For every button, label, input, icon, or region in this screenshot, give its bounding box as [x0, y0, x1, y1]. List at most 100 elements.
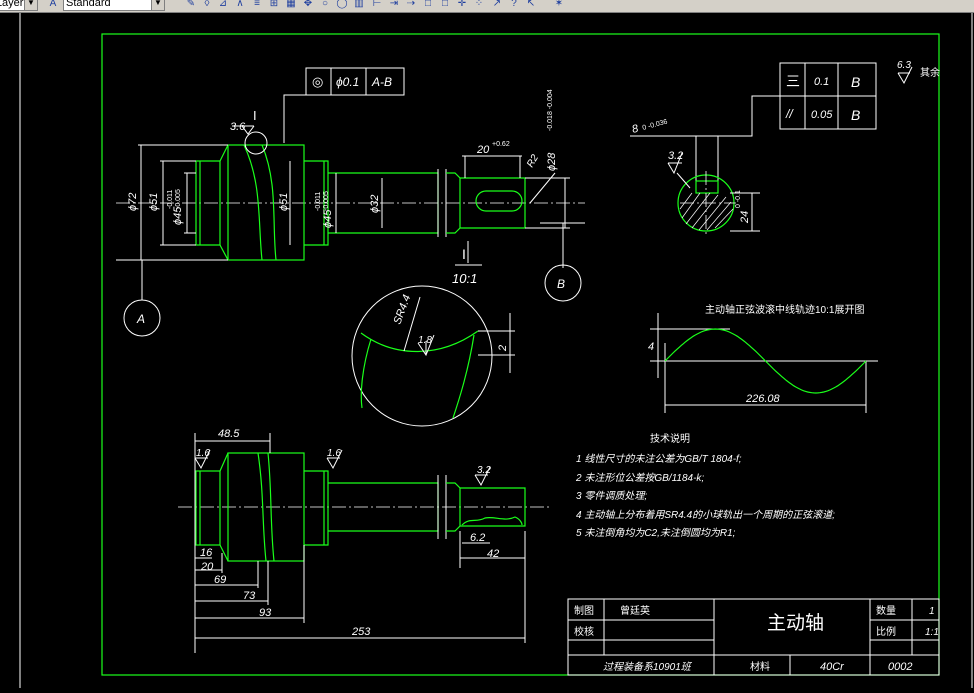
- dim-20: 20: [476, 144, 490, 156]
- dim-69: 69: [214, 574, 226, 586]
- material-value: 40Cr: [820, 661, 845, 673]
- drawing-frame: [101, 33, 940, 676]
- chevron-down-icon[interactable]: ▼: [24, 0, 37, 10]
- qty-value: 1: [929, 606, 935, 617]
- text-style-combo[interactable]: Standard ▼: [63, 0, 165, 11]
- question-icon[interactable]: ?: [507, 0, 521, 11]
- eraser-icon[interactable]: ◊: [200, 0, 214, 11]
- tolerance-frame: ◎ ϕ0.1 A-B: [305, 67, 405, 96]
- tolerance-value: ϕ0.1: [336, 75, 359, 89]
- class-name: 过程装备系10901班: [603, 661, 693, 673]
- roughness-right: 3.2: [477, 465, 491, 476]
- dim-d28: ϕ28: [546, 152, 558, 171]
- rotate-icon[interactable]: ○: [318, 0, 332, 11]
- dim-42: 42: [487, 548, 499, 560]
- pointer-icon[interactable]: ↖: [524, 0, 538, 11]
- detail-scale: 10:1: [452, 271, 477, 286]
- grid-icon[interactable]: ▦: [284, 0, 298, 11]
- dim-6-2: 6.2: [470, 532, 485, 544]
- section-view: 三 0.1 B // 0.05 B 8 0 -0.036 3.2 24 0 -0…: [630, 62, 877, 235]
- sec-tol-value-2: 0.05: [811, 109, 833, 121]
- check-label: 校核: [574, 625, 594, 638]
- detail-depth: 2: [497, 345, 509, 352]
- fire-icon[interactable]: ✶: [552, 0, 566, 11]
- section-roughness: 3.2: [668, 150, 683, 162]
- circle-icon[interactable]: ◯: [335, 0, 349, 11]
- trim-icon[interactable]: ⇢: [404, 0, 418, 11]
- cam-length: 226.08: [745, 393, 781, 405]
- dim-d72: ϕ72: [127, 193, 139, 211]
- tech-notes: 技术说明 1 线性尺寸的未注公差为GB/T 1804-f; 2 未注形位公差按G…: [575, 432, 835, 539]
- dim-24-tol: 0 -0.1: [735, 190, 742, 208]
- layer-combo[interactable]: ByLayer ▼: [0, 0, 38, 11]
- layer-combo-value: ByLayer: [0, 0, 24, 9]
- detail-marker-text: I: [253, 108, 257, 123]
- dim-d45-right-tol-up: -0.011: [315, 192, 322, 211]
- dim-16: 16: [200, 547, 213, 559]
- dim-48-5: 48.5: [218, 428, 240, 440]
- measure-icon[interactable]: ⊿: [216, 0, 230, 11]
- drawing-no: 0002: [888, 661, 912, 673]
- detail-radius: SR4.4: [392, 293, 414, 326]
- dim-d28-tol: -0.018 -0.004: [547, 89, 554, 131]
- sec-tol-symbol-1: 三: [786, 73, 800, 89]
- detail-view: I 10:1 SR4.4 1.8 2: [351, 241, 515, 427]
- dimension-icon[interactable]: ⊢: [370, 0, 384, 11]
- dim-d32: ϕ32: [369, 195, 381, 213]
- dim-d45-left-tol-low: -0.005: [175, 189, 182, 209]
- rect-icon[interactable]: □: [438, 0, 452, 11]
- draw-icon[interactable]: ✎: [184, 0, 198, 11]
- cam-height: 4: [648, 341, 654, 353]
- roughness-left: 1.6: [196, 448, 210, 459]
- chevron-down-icon[interactable]: ▼: [151, 0, 164, 10]
- rect-icon[interactable]: □: [421, 0, 435, 11]
- roughness-top-text: 3.6: [230, 121, 246, 133]
- general-roughness: 6.3 其余: [897, 60, 940, 85]
- tech-note-2: 2 未注形位公差按GB/1184-k;: [575, 472, 704, 484]
- qty-label: 数量: [876, 604, 896, 617]
- cam-curve-view: 主动轴正弦波滚中线轨迹10:1展开图 4 226.08: [648, 303, 878, 413]
- drawing-canvas[interactable]: 3.6 I ϕ72 ϕ51 ϕ45 -0.011 -0.005 ϕ51 ϕ45 …: [0, 10, 974, 690]
- text-style-icon[interactable]: A: [46, 0, 60, 11]
- text-icon[interactable]: ≡: [250, 0, 264, 11]
- roughness-note: 其余: [920, 66, 940, 79]
- sec-tol-datum-2: B: [851, 107, 860, 123]
- toolbar: ByLayer ▼ A Standard ▼ ✎ ◊ ⊿ ∧ ≡ ⊞ ▦ ✥ ○…: [0, 0, 974, 13]
- dim-d45-right-tol-low: -0.005: [323, 191, 330, 211]
- tolerance-datum: A-B: [371, 75, 392, 89]
- arrow-icon[interactable]: ⇥: [387, 0, 401, 11]
- snap-icon[interactable]: ✛: [455, 0, 469, 11]
- dim-93: 93: [259, 607, 272, 619]
- scale-label: 比例: [876, 625, 896, 638]
- datum-a-text: A: [136, 312, 145, 326]
- datum-b-text: B: [557, 277, 565, 291]
- material-label: 材料: [750, 660, 770, 673]
- detail-marker-circle: [244, 131, 268, 155]
- roughness-general-value: 6.3: [897, 60, 911, 71]
- dim-24: 24: [739, 211, 751, 224]
- dim-253: 253: [351, 626, 371, 638]
- roughness-mid: 1.6: [327, 448, 341, 459]
- tech-notes-title: 技术说明: [650, 432, 690, 445]
- draw-name: 曾廷英: [620, 604, 650, 617]
- text-style-combo-value: Standard: [66, 0, 111, 9]
- move-icon[interactable]: ✥: [301, 0, 315, 11]
- block-icon[interactable]: ⊞: [267, 0, 281, 11]
- sec-tol-datum-1: B: [851, 74, 860, 90]
- dim-d51-left: ϕ51: [148, 193, 160, 211]
- scale-value: 1:1: [925, 627, 939, 638]
- part-name: 主动轴: [767, 612, 824, 634]
- stretch-icon[interactable]: ↗: [490, 0, 504, 11]
- tolerance-symbol: ◎: [312, 74, 323, 89]
- tech-note-5: 5 未注倒角均为C2,未注倒圆均为R1;: [576, 527, 736, 539]
- main-view: 3.6 I ϕ72 ϕ51 ϕ45 -0.011 -0.005 ϕ51 ϕ45 …: [116, 89, 585, 337]
- bottom-view: 48.5 1.6 1.6 3.2 16 20 69 73 93 253 6.2 …: [178, 428, 550, 653]
- keyway-roughness: R2: [525, 153, 541, 170]
- table-icon[interactable]: ▥: [352, 0, 366, 11]
- angle-icon[interactable]: ∧: [233, 0, 247, 11]
- array-icon[interactable]: ⁘: [472, 0, 486, 11]
- dim-20-tol: +0.62: [492, 141, 510, 148]
- cam-curve-title: 主动轴正弦波滚中线轨迹10:1展开图: [705, 303, 864, 316]
- dim-bottom-20: 20: [200, 561, 214, 573]
- detail-roughness: 1.8: [418, 335, 432, 346]
